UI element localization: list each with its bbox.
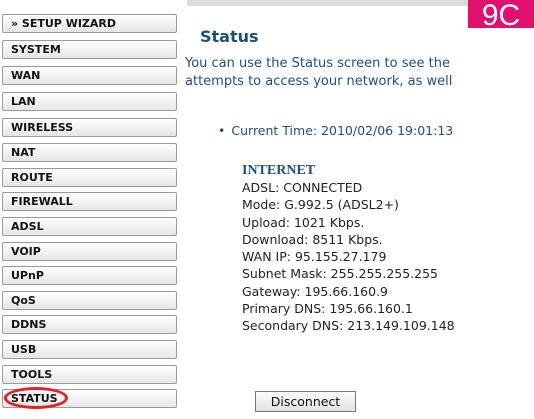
internet-status-block: INTERNET ADSL: CONNECTED Mode: G.992.5 (… — [242, 163, 455, 335]
intro-text: You can use the Status screen to see the… — [185, 55, 534, 91]
nav-system[interactable]: SYSTEM — [2, 40, 177, 59]
internet-heading: INTERNET — [242, 163, 316, 178]
intro-line-2: attempts to access your network, as well — [185, 74, 453, 89]
primary-dns-row: Primary DNS: 195.66.160.1 — [242, 301, 413, 317]
nav-adsl[interactable]: ADSL — [2, 217, 177, 236]
nav-usb[interactable]: USB — [2, 340, 177, 359]
adsl-status-row: ADSL: CONNECTED — [242, 180, 363, 195]
page-title: Status — [200, 27, 259, 46]
nav-wan[interactable]: WAN — [2, 66, 177, 85]
bullet-icon: • — [218, 123, 226, 138]
secondary-dns-row: Secondary DNS: 213.149.109.148 — [242, 318, 455, 334]
disconnect-button[interactable]: Disconnect — [255, 391, 356, 412]
current-time-item: • Current Time: 2010/02/06 19:01:13 — [218, 123, 453, 138]
nav-tools[interactable]: TOOLS — [2, 365, 177, 384]
nav-setup-wizard[interactable]: » SETUP WIZARD — [2, 14, 177, 33]
intro-line-1: You can use the Status screen to see the — [185, 56, 450, 71]
wan-ip-row: WAN IP: 95.155.27.179 — [242, 249, 387, 265]
nav-status[interactable]: STATUS — [2, 389, 177, 408]
main-content: Status You can use the Status screen to … — [185, 0, 534, 419]
current-time-text: Current Time: 2010/02/06 19:01:13 — [231, 123, 454, 138]
nav-lan[interactable]: LAN — [2, 92, 177, 111]
mode-row: Mode: G.992.5 (ADSL2+) — [242, 197, 399, 213]
nav-voip[interactable]: VOIP — [2, 242, 177, 261]
nav-ddns[interactable]: DDNS — [2, 315, 177, 334]
nav-qos[interactable]: QoS — [2, 291, 177, 310]
download-row: Download: 8511 Kbps. — [242, 231, 383, 247]
sidebar-nav: » SETUP WIZARD SYSTEM WAN LAN WIRELESS N… — [0, 0, 180, 419]
nav-nat[interactable]: NAT — [2, 143, 177, 162]
subnet-mask-row: Subnet Mask: 255.255.255.255 — [242, 266, 439, 282]
nav-upnp[interactable]: UPnP — [2, 266, 177, 285]
nav-wireless[interactable]: WIRELESS — [2, 118, 177, 137]
nav-firewall[interactable]: FIREWALL — [2, 192, 177, 211]
gateway-row: Gateway: 195.66.160.9 — [242, 283, 388, 299]
nav-route[interactable]: ROUTE — [2, 168, 177, 187]
upload-row: Upload: 1021 Kbps. — [242, 214, 365, 230]
